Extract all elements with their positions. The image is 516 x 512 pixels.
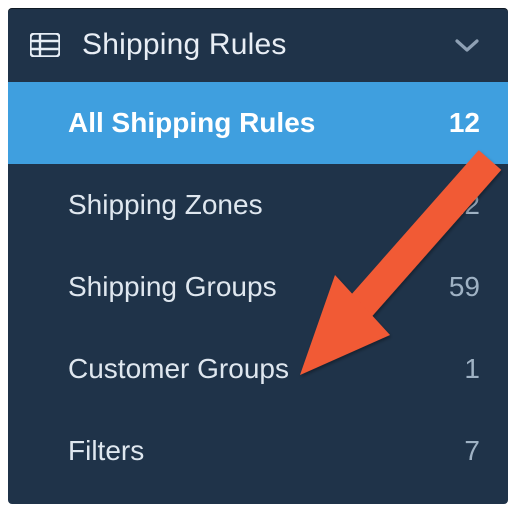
chevron-down-icon[interactable] <box>454 37 480 53</box>
sidebar-item-shipping-zones[interactable]: Shipping Zones 22 <box>8 164 508 246</box>
sidebar-item-label: Shipping Zones <box>68 189 263 221</box>
sidebar-item-count: 1 <box>464 353 480 385</box>
sidebar-panel: Shipping Rules All Shipping Rules 12 Shi… <box>8 8 508 504</box>
sidebar-menu: All Shipping Rules 12 Shipping Zones 22 … <box>8 82 508 492</box>
sidebar-item-filters[interactable]: Filters 7 <box>8 410 508 492</box>
sidebar-item-count: 12 <box>449 107 480 139</box>
sidebar-item-count: 59 <box>449 271 480 303</box>
sidebar-item-label: Filters <box>68 435 144 467</box>
sidebar-header[interactable]: Shipping Rules <box>8 8 508 82</box>
sidebar-title: Shipping Rules <box>82 28 287 62</box>
sidebar-header-left: Shipping Rules <box>30 28 287 62</box>
sidebar-item-label: Shipping Groups <box>68 271 277 303</box>
sidebar-item-all-shipping-rules[interactable]: All Shipping Rules 12 <box>8 82 508 164</box>
sidebar-item-count: 22 <box>449 189 480 221</box>
sidebar-item-customer-groups[interactable]: Customer Groups 1 <box>8 328 508 410</box>
table-icon <box>30 33 60 57</box>
sidebar-item-label: All Shipping Rules <box>68 107 315 139</box>
sidebar-item-label: Customer Groups <box>68 353 289 385</box>
sidebar-item-shipping-groups[interactable]: Shipping Groups 59 <box>8 246 508 328</box>
sidebar-item-count: 7 <box>464 435 480 467</box>
